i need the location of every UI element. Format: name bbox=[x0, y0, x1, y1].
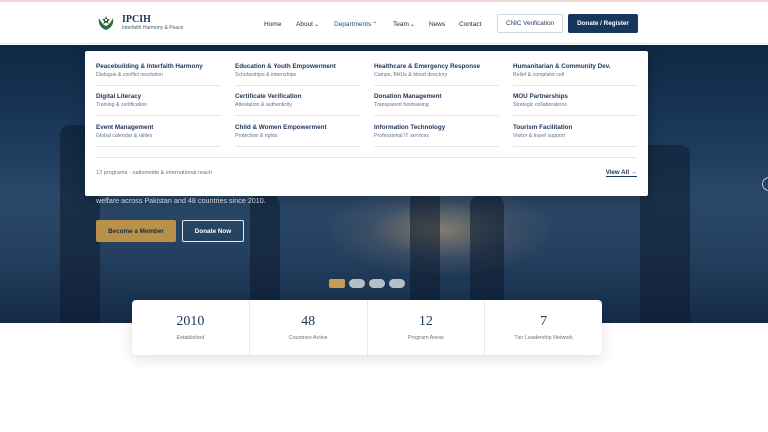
mega-item-title: Digital Literacy bbox=[96, 93, 142, 100]
stats-bar: 2010 Established 48 Countries Active 12 … bbox=[132, 300, 602, 355]
next-slide-icon[interactable] bbox=[762, 177, 768, 191]
slide-dot-2[interactable] bbox=[349, 279, 365, 288]
stat-countries: 48 Countries Active bbox=[250, 300, 368, 355]
divider bbox=[374, 146, 499, 147]
mega-item-healthcare[interactable]: Healthcare & Emergency Response Camps, B… bbox=[374, 63, 499, 86]
mega-item-peacebuilding[interactable]: Peacebuilding & Interfaith Harmony Dialo… bbox=[96, 63, 221, 86]
slide-dot-1[interactable] bbox=[329, 279, 345, 288]
mega-item-title: Peacebuilding & Interfaith Harmony bbox=[96, 63, 203, 70]
mega-item-desc: Training & certification bbox=[96, 102, 148, 108]
sunset-glow bbox=[330, 185, 550, 275]
nav-team[interactable]: Team⌄ bbox=[393, 21, 415, 28]
mega-item-title: Healthcare & Emergency Response bbox=[374, 63, 481, 70]
stat-value: 7 bbox=[540, 314, 548, 329]
nav-home-label: Home bbox=[264, 21, 282, 28]
become-member-button[interactable]: Become a Member bbox=[96, 220, 176, 242]
mega-item-child-women[interactable]: Child & Women Empowerment Protection & r… bbox=[235, 124, 360, 147]
stat-established: 2010 Established bbox=[132, 300, 250, 355]
divider bbox=[513, 85, 638, 86]
nav-team-label: Team bbox=[393, 21, 409, 28]
brand-tagline: Interfaith Harmony & Peace bbox=[122, 25, 184, 31]
mega-footer-divider bbox=[96, 157, 637, 158]
stat-value: 2010 bbox=[176, 314, 205, 329]
mega-item-desc: Strategic collaborations bbox=[513, 102, 567, 108]
mega-item-desc: Global calendar & rallies bbox=[96, 133, 153, 139]
stat-programs: 12 Program Areas bbox=[368, 300, 486, 355]
cnic-verification-button[interactable]: CNIC Verification bbox=[497, 14, 563, 33]
divider bbox=[235, 85, 360, 86]
mega-item-education[interactable]: Education & Youth Empowerment Scholarshi… bbox=[235, 63, 360, 86]
nav-home[interactable]: Home bbox=[264, 21, 281, 28]
nav-news-label: News bbox=[429, 21, 446, 28]
mega-item-humanitarian[interactable]: Humanitarian & Community Dev. Relief & c… bbox=[513, 63, 638, 86]
mega-item-desc: Attestation & authenticity bbox=[235, 102, 293, 108]
mega-item-title: Child & Women Empowerment bbox=[235, 124, 327, 131]
mega-item-desc: Professional IT services bbox=[374, 133, 429, 139]
emblem-icon bbox=[98, 16, 114, 30]
nav-about-label: About bbox=[296, 21, 313, 28]
mega-item-title: Tourism Facilitation bbox=[513, 124, 573, 131]
mega-item-title: MOU Partnerships bbox=[513, 93, 568, 100]
stat-leadership: 7 Tier Leadership Network bbox=[485, 300, 602, 355]
mega-item-desc: Relief & complaint cell bbox=[513, 72, 565, 78]
mega-item-desc: Dialogue & conflict resolution bbox=[96, 72, 163, 78]
mega-item-desc: Scholarships & internships bbox=[235, 72, 297, 78]
slider-dots bbox=[329, 279, 405, 288]
donate-now-button[interactable]: Donate Now bbox=[182, 220, 244, 242]
brand[interactable]: IPCIH Interfaith Harmony & Peace bbox=[96, 13, 183, 33]
mega-item-mou-partnerships[interactable]: MOU Partnerships Strategic collaboration… bbox=[513, 93, 638, 116]
mega-item-title: Event Management bbox=[96, 124, 154, 131]
stat-label: Tier Leadership Network bbox=[514, 335, 573, 341]
mega-item-title: Certificate Verification bbox=[235, 93, 302, 100]
nav-departments-label: Departments bbox=[334, 21, 372, 28]
departments-mega-menu: Peacebuilding & Interfaith Harmony Dialo… bbox=[85, 51, 648, 196]
mega-item-desc: Transparent fundraising bbox=[374, 102, 429, 108]
mega-item-donation-management[interactable]: Donation Management Transparent fundrais… bbox=[374, 93, 499, 116]
chevron-down-icon: ⌄ bbox=[314, 22, 320, 28]
nav-departments[interactable]: Departments⌃ bbox=[334, 21, 377, 28]
mega-item-tourism[interactable]: Tourism Facilitation Visitor & travel su… bbox=[513, 124, 638, 147]
chevron-up-icon: ⌃ bbox=[372, 22, 378, 28]
divider bbox=[374, 85, 499, 86]
view-all-link[interactable]: View All → bbox=[605, 169, 637, 177]
divider bbox=[513, 146, 638, 147]
stat-value: 12 bbox=[418, 314, 433, 329]
divider bbox=[96, 85, 221, 86]
mega-item-title: Donation Management bbox=[374, 93, 442, 100]
divider bbox=[96, 115, 221, 116]
mega-item-title: Information Technology bbox=[374, 124, 446, 131]
mega-item-desc: Camps, BHUs & blood directory bbox=[374, 72, 448, 78]
stat-label: Countries Active bbox=[288, 335, 328, 341]
mega-item-certificate-verification[interactable]: Certificate Verification Attestation & a… bbox=[235, 93, 360, 116]
mega-item-desc: Protection & rights bbox=[235, 133, 278, 139]
divider bbox=[374, 115, 499, 116]
mega-item-event-management[interactable]: Event Management Global calendar & ralli… bbox=[96, 124, 221, 147]
mega-footer-text: 12 programs · nationwide & international… bbox=[96, 170, 212, 176]
site-header: IPCIH Interfaith Harmony & Peace Home Ab… bbox=[0, 2, 768, 44]
divider bbox=[235, 146, 360, 147]
brand-name: IPCIH bbox=[122, 14, 151, 25]
nav-about[interactable]: About⌄ bbox=[296, 21, 319, 28]
mega-item-title: Humanitarian & Community Dev. bbox=[513, 63, 611, 70]
donate-register-button[interactable]: Donate / Register bbox=[568, 14, 638, 33]
divider bbox=[235, 115, 360, 116]
nav-contact-label: Contact bbox=[459, 21, 482, 28]
mega-item-information-technology[interactable]: Information Technology Professional IT s… bbox=[374, 124, 499, 147]
divider bbox=[513, 115, 638, 116]
stat-label: Established bbox=[176, 335, 205, 341]
stat-value: 48 bbox=[301, 314, 316, 329]
chevron-down-icon: ⌄ bbox=[409, 22, 415, 28]
mega-item-digital-literacy[interactable]: Digital Literacy Training & certificatio… bbox=[96, 93, 221, 116]
slide-dot-4[interactable] bbox=[389, 279, 405, 288]
hero-subtitle: welfare across Pakistan and 48 countries… bbox=[96, 196, 266, 205]
nav-news[interactable]: News bbox=[429, 21, 445, 28]
slide-dot-3[interactable] bbox=[369, 279, 385, 288]
divider bbox=[96, 146, 221, 147]
mega-item-desc: Visitor & travel support bbox=[513, 133, 566, 139]
stat-label: Program Areas bbox=[407, 335, 444, 341]
mega-item-title: Education & Youth Empowerment bbox=[235, 63, 336, 70]
nav-contact[interactable]: Contact bbox=[459, 21, 481, 28]
